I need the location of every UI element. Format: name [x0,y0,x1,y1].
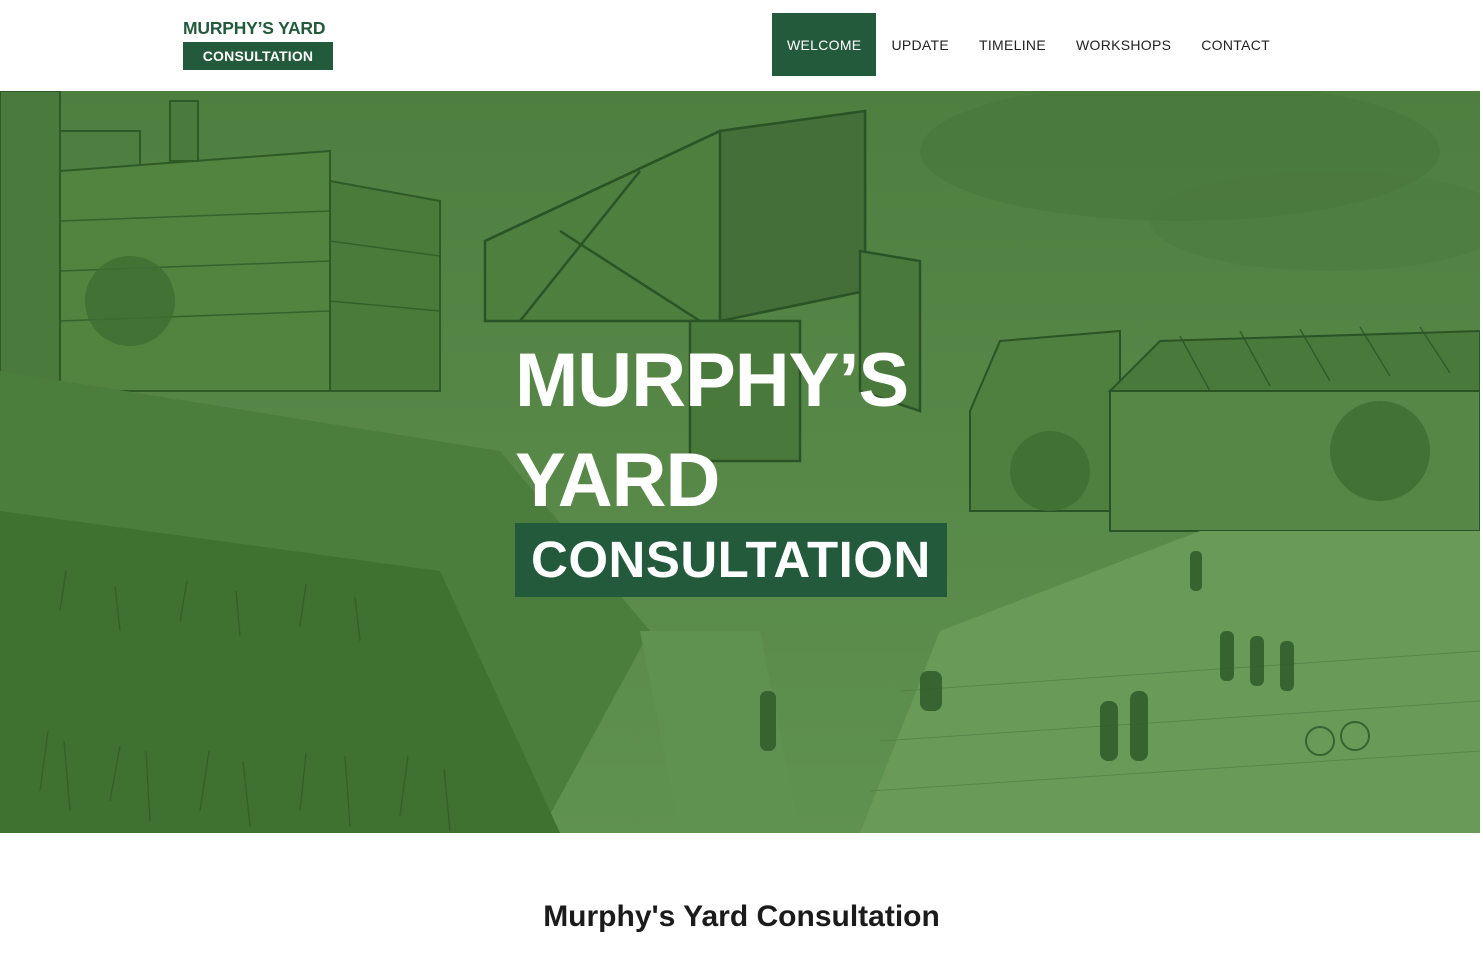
logo-subtitle: CONSULTATION [183,42,333,70]
site-header: MURPHY’S YARD CONSULTATION WELCOME UPDAT… [0,0,1483,91]
nav-item-update[interactable]: UPDATE [876,13,964,76]
main-nav: WELCOME UPDATE TIMELINE WORKSHOPS CONTAC… [772,13,1285,76]
nav-item-welcome[interactable]: WELCOME [772,13,877,76]
hero-consultation-badge: CONSULTATION [515,523,947,597]
page-title: Murphy's Yard Consultation [543,900,940,933]
hero-title-line1: MURPHY’S [515,338,909,423]
nav-item-contact[interactable]: CONTACT [1186,13,1285,76]
nav-item-timeline[interactable]: TIMELINE [964,13,1061,76]
logo-title: MURPHY’S YARD [183,18,326,38]
hero-banner: MURPHY’S YARD CONSULTATION [0,91,1480,833]
site-logo[interactable]: MURPHY’S YARD CONSULTATION [183,18,333,70]
hero-title: MURPHY’S YARD CONSULTATION [515,331,947,597]
hero-title-line2: YARD [515,438,720,523]
nav-item-workshops[interactable]: WORKSHOPS [1061,13,1186,76]
